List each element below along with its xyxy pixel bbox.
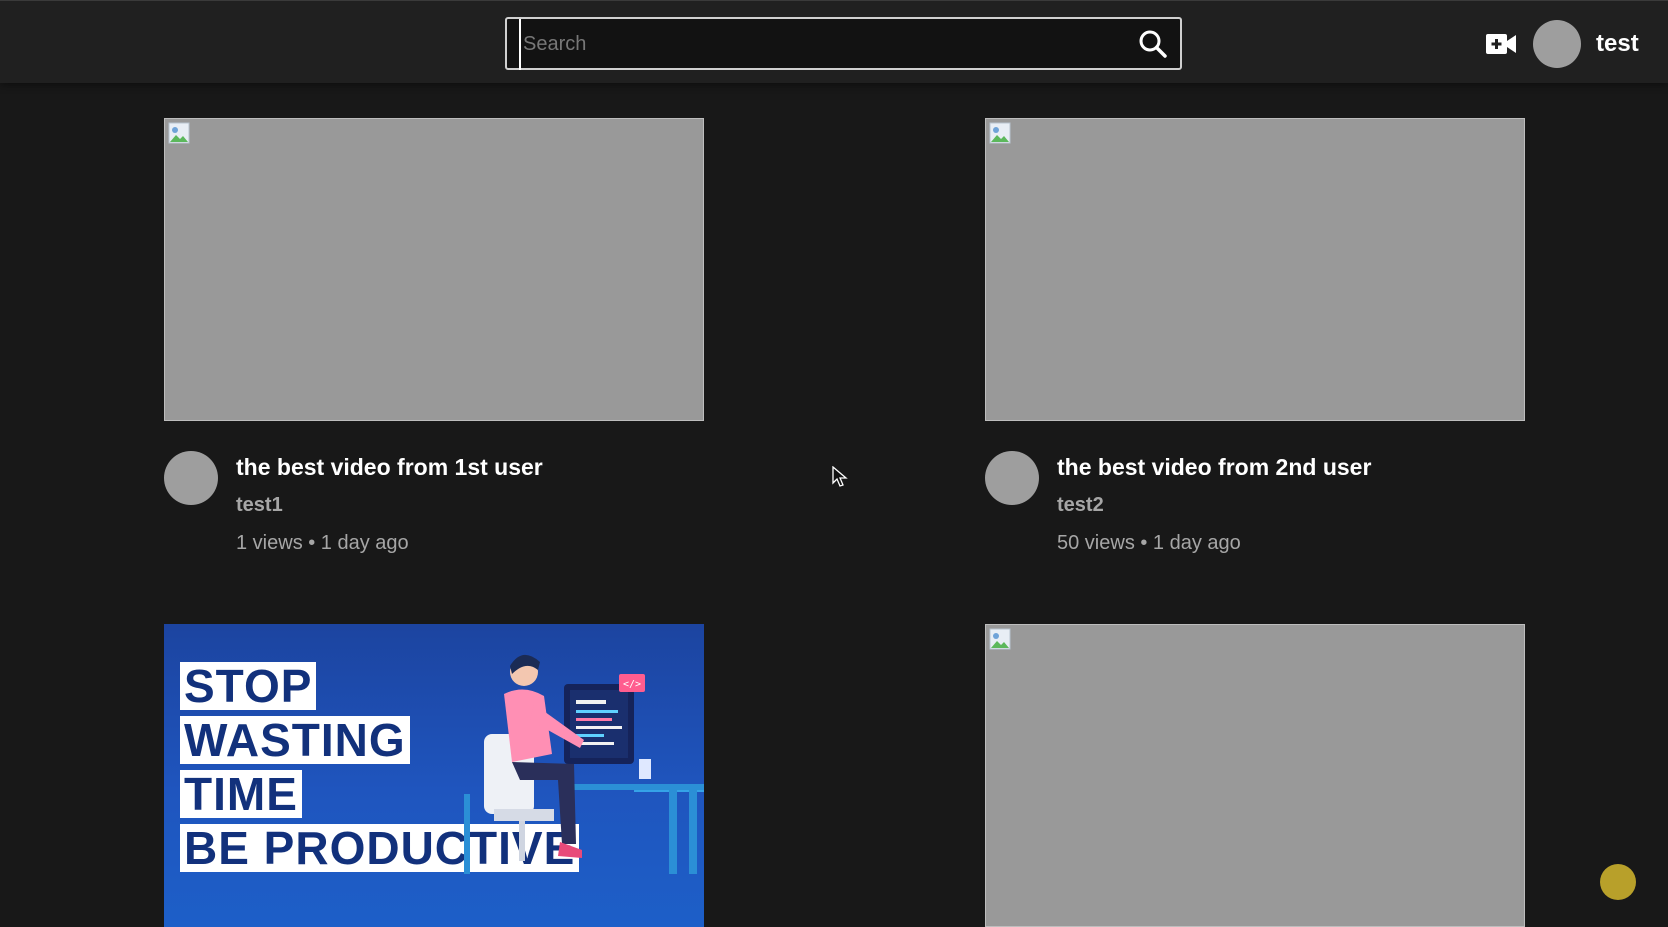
channel-avatar[interactable] bbox=[985, 451, 1039, 505]
channel-avatar[interactable] bbox=[164, 451, 218, 505]
video-meta: the best video from 2nd user test2 50 vi… bbox=[985, 421, 1525, 561]
video-stats: 1 views • 1 day ago bbox=[236, 532, 409, 554]
top-navigation-bar: test bbox=[0, 0, 1668, 83]
video-title[interactable]: the best video from 1st user bbox=[236, 454, 543, 481]
video-camera-plus-icon[interactable] bbox=[1485, 31, 1517, 57]
video-card[interactable]: the best video from 2nd user test2 50 vi… bbox=[985, 118, 1525, 561]
thumbnail-text-line: STOP bbox=[180, 662, 317, 710]
video-card[interactable]: STOP WASTING TIME BE PRODUCTIVE </> bbox=[164, 624, 704, 927]
thumbnail-text-line: WASTING bbox=[180, 716, 410, 764]
floating-action-icon[interactable] bbox=[1600, 864, 1636, 900]
developer-illustration: </> bbox=[464, 654, 704, 874]
video-card[interactable] bbox=[985, 624, 1525, 927]
video-thumbnail[interactable] bbox=[164, 118, 704, 421]
video-thumbnail[interactable] bbox=[985, 624, 1525, 927]
video-meta: the best video from 1st user test1 1 vie… bbox=[164, 421, 704, 561]
broken-image-icon bbox=[168, 122, 190, 144]
svg-text:</>: </> bbox=[623, 679, 641, 690]
thumbnail-text-line: TIME bbox=[180, 770, 302, 818]
video-card[interactable]: the best video from 1st user test1 1 vie… bbox=[164, 118, 704, 561]
mouse-cursor-icon bbox=[832, 466, 848, 487]
search-icon[interactable] bbox=[1138, 29, 1168, 59]
video-thumbnail[interactable]: STOP WASTING TIME BE PRODUCTIVE </> bbox=[164, 624, 704, 927]
video-title[interactable]: the best video from 2nd user bbox=[1057, 454, 1371, 481]
search-input[interactable] bbox=[519, 19, 1115, 70]
user-avatar[interactable] bbox=[1533, 20, 1581, 68]
video-stats: 50 views • 1 day ago bbox=[1057, 532, 1241, 554]
username-label[interactable]: test bbox=[1596, 30, 1639, 58]
channel-name[interactable]: test1 bbox=[236, 494, 283, 517]
video-thumbnail[interactable] bbox=[985, 118, 1525, 421]
search-bar bbox=[505, 17, 1182, 70]
broken-image-icon bbox=[989, 628, 1011, 650]
channel-name[interactable]: test2 bbox=[1057, 494, 1104, 517]
broken-image-icon bbox=[989, 122, 1011, 144]
